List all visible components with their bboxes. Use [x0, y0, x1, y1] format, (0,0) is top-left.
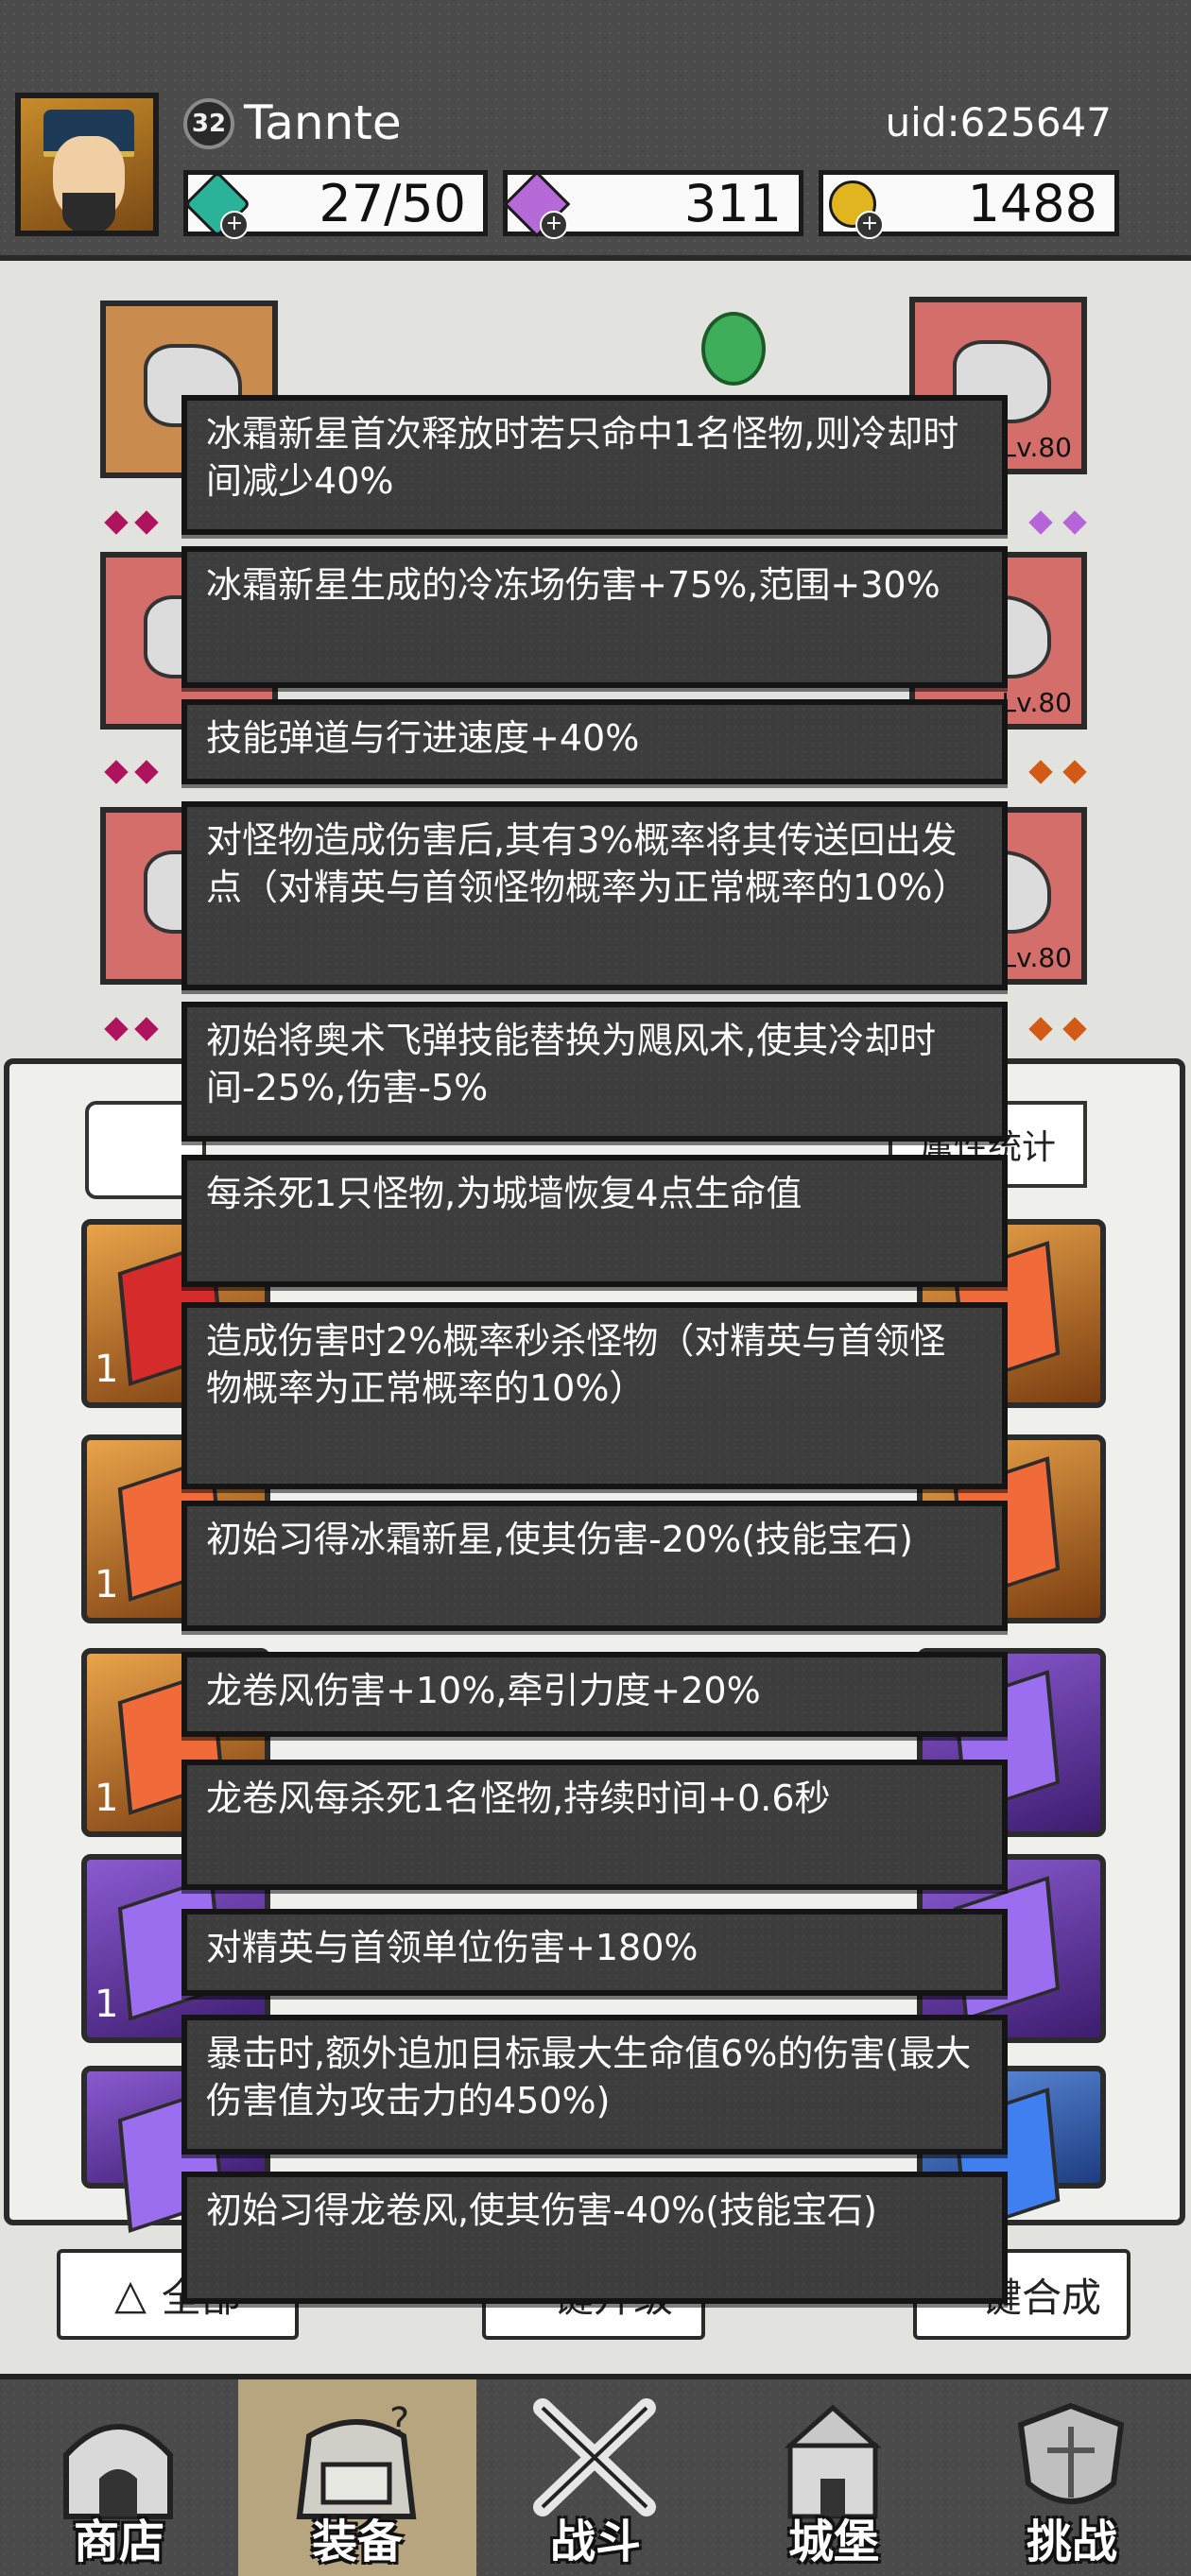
energy-gem-icon: +: [183, 170, 251, 239]
christmas-ornament-icon: [701, 312, 766, 386]
tooltip-entry: 暴击时,额外追加目标最大生命值6%的伤害(最大伤害值为攻击力的450%): [181, 2015, 1008, 2155]
add-gold-icon[interactable]: +: [855, 211, 884, 239]
avatar-beard: [62, 193, 115, 231]
castle-icon: [784, 2404, 882, 2519]
tooltip-entry: 对精英与首领单位伤害+180%: [181, 1909, 1008, 1996]
player-uid: uid:625647: [885, 99, 1112, 146]
tooltip-entry: 每杀死1只怪物,为城墙恢复4点生命值: [181, 1155, 1008, 1287]
tooltip-entry: 初始将奥术飞弹技能替换为飓风术,使其冷却时间-25%,伤害-5%: [181, 1002, 1008, 1142]
gold-counter[interactable]: + 1488: [819, 170, 1119, 239]
add-energy-icon[interactable]: +: [220, 211, 249, 239]
nav-tab-battle[interactable]: 战斗: [476, 2379, 715, 2576]
tooltip-entry: 冰霜新星首次释放时若只命中1名怪物,则冷却时间减少40%: [181, 395, 1008, 535]
tooltip-entry: 初始习得冰霜新星,使其伤害-20%(技能宝石): [181, 1501, 1008, 1631]
nav-label-challenge: 挑战: [1026, 2516, 1117, 2568]
nav-tab-challenge[interactable]: 挑战: [953, 2379, 1191, 2576]
diamond-value: 311: [683, 173, 782, 233]
tooltip-entry: 对怪物造成伤害后,其有3%概率将其传送回出发点（对精英与首领怪物概率为正常概率的…: [181, 801, 1008, 990]
crossed-swords-icon: [533, 2398, 656, 2516]
energy-counter[interactable]: + 27/50: [183, 170, 488, 239]
tooltip-entry: 冰霜新星生成的冷冻场伤害+75%,范围+30%: [181, 546, 1008, 688]
equip-level: Lv.80: [1001, 942, 1072, 973]
tooltip-entry: 龙卷风每杀死1名怪物,持续时间+0.6秒: [181, 1760, 1008, 1890]
top-bar: 32 Tannte uid:625647 + 27/50 + 311 + 148…: [0, 0, 1191, 261]
bag-icon: ?: [296, 2400, 417, 2519]
diamond-counter[interactable]: + 311: [503, 170, 803, 239]
card-count: 1: [95, 1563, 119, 1606]
arrow-up-icon: △: [114, 2270, 147, 2319]
tooltip-entry: 初始习得龙卷风,使其伤害-40%(技能宝石): [181, 2172, 1008, 2304]
card-count: 1: [95, 1777, 119, 1820]
nav-tab-castle[interactable]: 城堡: [715, 2379, 953, 2576]
bottom-nav: 商店 ? 装备 战斗 城堡 挑战: [0, 2374, 1191, 2576]
tooltip-entry: 造成伤害时2%概率秒杀怪物（对精英与首领怪物概率为正常概率的10%）: [181, 1302, 1008, 1489]
tooltip-entry: 龙卷风伤害+10%,牵引力度+20%: [181, 1652, 1008, 1737]
nav-label-shop: 商店: [73, 2516, 164, 2568]
equip-level: Lv.80: [1001, 432, 1072, 463]
nav-label-equipment: 装备: [311, 2516, 403, 2568]
player-level-badge: 32: [183, 98, 234, 149]
gold-value: 1488: [967, 173, 1097, 233]
add-diamond-icon[interactable]: +: [540, 211, 568, 239]
player-name: Tannte: [244, 95, 402, 150]
shield-icon: [1017, 2402, 1125, 2504]
svg-text:?: ?: [389, 2400, 409, 2444]
nav-label-battle: 战斗: [549, 2516, 641, 2568]
nav-tab-equipment[interactable]: ? 装备: [238, 2379, 476, 2576]
tooltip-entry: 技能弹道与行进速度+40%: [181, 699, 1008, 784]
purple-diamond-icon: +: [503, 170, 571, 239]
shop-icon: [63, 2424, 173, 2519]
player-avatar[interactable]: [15, 93, 159, 236]
gold-coin-icon: +: [820, 173, 886, 239]
card-count: 1: [95, 1348, 119, 1391]
nav-tab-shop[interactable]: 商店: [0, 2379, 238, 2576]
card-count: 1: [95, 1983, 119, 2026]
equip-level: Lv.80: [1001, 687, 1072, 718]
energy-value: 27/50: [319, 173, 466, 233]
nav-label-castle: 城堡: [787, 2516, 879, 2568]
